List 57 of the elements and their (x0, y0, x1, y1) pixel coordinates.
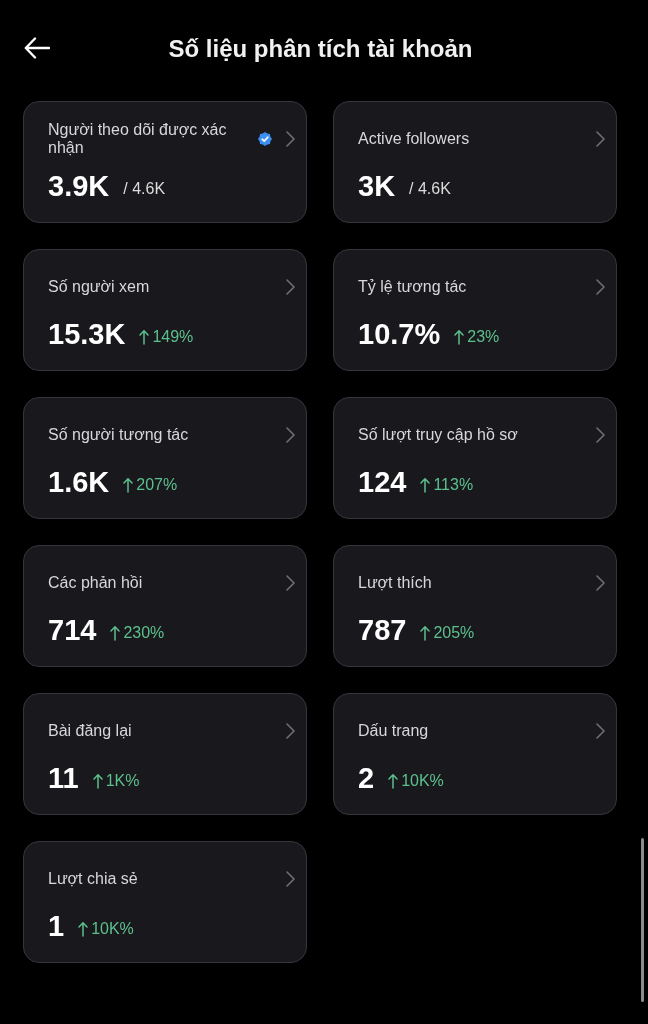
metric-card[interactable]: Lượt chia sẻ 1 10K% (23, 841, 307, 963)
metric-card[interactable]: Active followers 3K / 4.6K (333, 101, 617, 223)
back-arrow-icon[interactable] (24, 37, 50, 59)
metric-change: 113% (433, 475, 474, 495)
metric-card[interactable]: Số lượt truy cập hồ sơ 124 113% (333, 397, 617, 519)
metric-card[interactable]: Người theo dõi được xác nhận 3.9K / 4.6K (23, 101, 307, 223)
metric-value: 3.9K (48, 170, 110, 202)
chevron-right-icon (286, 279, 295, 295)
metric-change: 1K% (105, 771, 140, 791)
metric-total: / 4.6K (123, 179, 166, 199)
metric-card[interactable]: Dấu trang 2 10K% (333, 693, 617, 815)
metric-label: Tỷ lệ tương tác (358, 278, 468, 296)
metric-card[interactable]: Số người xem 15.3K 149% (23, 249, 307, 371)
metric-label: Các phản hồi (48, 574, 144, 592)
metric-value: 10.7% (358, 318, 441, 350)
metric-value: 787 (358, 614, 407, 646)
metric-label: Người theo dõi được xác nhận (48, 121, 228, 157)
metric-change: 207% (136, 475, 178, 495)
metric-label: Số người xem (48, 278, 151, 296)
metric-label: Bài đăng lại (48, 722, 133, 740)
metric-change: 10K% (401, 771, 444, 791)
chevron-right-icon (596, 427, 605, 443)
metric-total: / 4.6K (409, 179, 451, 199)
metric-value: 2 (358, 762, 375, 794)
metric-card[interactable]: Bài đăng lại 11 1K% (23, 693, 307, 815)
metric-change: 149% (152, 327, 194, 347)
metric-value: 1 (48, 910, 65, 942)
metric-card[interactable]: Số người tương tác 1.6K 207% (23, 397, 307, 519)
chevron-right-icon (286, 427, 295, 443)
metric-value: 124 (358, 466, 407, 498)
chevron-right-icon (596, 279, 605, 295)
metric-label: Lượt chia sẻ (48, 870, 139, 888)
metric-card[interactable]: Lượt thích 787 205% (333, 545, 617, 667)
metric-change: 230% (123, 623, 165, 643)
metric-label: Lượt thích (358, 574, 433, 592)
metric-value: 15.3K (48, 318, 126, 350)
chevron-right-icon (596, 131, 605, 147)
metric-value: 714 (48, 614, 97, 646)
metric-change: 10K% (91, 919, 134, 939)
metric-label: Active followers (358, 130, 471, 148)
chevron-right-icon (596, 723, 605, 739)
metric-change: 205% (433, 623, 475, 643)
metric-label: Số người tương tác (48, 426, 190, 444)
metric-label: Dấu trang (358, 722, 430, 740)
metric-card[interactable]: Tỷ lệ tương tác 10.7% 23% (333, 249, 617, 371)
metric-label: Số lượt truy cập hồ sơ (358, 426, 519, 444)
chevron-right-icon (286, 723, 295, 739)
metric-value: 1.6K (48, 466, 110, 498)
metric-change: 23% (467, 327, 500, 347)
page-title: Số liệu phân tích tài khoản (168, 37, 473, 61)
chevron-right-icon (596, 575, 605, 591)
metric-value: 11 (48, 762, 79, 794)
metric-value: 3K (358, 170, 396, 202)
chevron-right-icon (286, 871, 295, 887)
metric-card[interactable]: Các phản hồi 714 230% (23, 545, 307, 667)
chevron-right-icon (286, 131, 295, 147)
chevron-right-icon (286, 575, 295, 591)
